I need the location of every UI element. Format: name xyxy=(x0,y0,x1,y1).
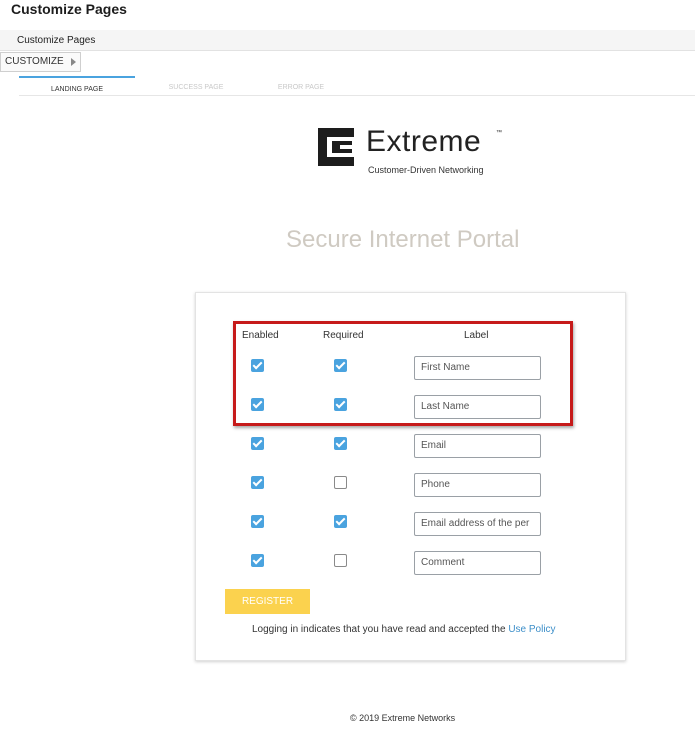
enabled-checkbox-comment[interactable] xyxy=(251,554,264,567)
register-button[interactable]: REGISTER xyxy=(225,589,310,614)
label-field-phone[interactable]: Phone xyxy=(414,473,541,497)
tab-error-page[interactable]: ERROR PAGE xyxy=(257,76,345,96)
breadcrumb-label: CUSTOMIZE xyxy=(5,56,64,67)
sub-header-label: Customize Pages xyxy=(17,35,96,46)
brand-logo: Extreme ™ Customer-Driven Networking xyxy=(318,125,508,178)
tab-success-page[interactable]: SUCCESS PAGE xyxy=(150,76,242,96)
page-title: Customize Pages xyxy=(11,1,127,17)
required-checkbox-email-address[interactable] xyxy=(334,515,347,528)
label-field-email[interactable]: Email xyxy=(414,434,541,458)
customize-breadcrumb-button[interactable]: CUSTOMIZE xyxy=(0,52,81,72)
required-checkbox-phone[interactable] xyxy=(334,476,347,489)
enabled-checkbox-email-address[interactable] xyxy=(251,515,264,528)
annotation-highlight-box xyxy=(233,321,573,426)
policy-notice: Logging in indicates that you have read … xyxy=(252,624,556,635)
tab-landing-page[interactable]: LANDING PAGE xyxy=(19,76,135,96)
label-field-comment[interactable]: Comment xyxy=(414,551,541,575)
brand-tagline: Customer-Driven Networking xyxy=(368,165,484,175)
use-policy-link[interactable]: Use Policy xyxy=(508,624,555,635)
page-tabs: LANDING PAGE SUCCESS PAGE ERROR PAGE xyxy=(19,76,695,96)
required-checkbox-email[interactable] xyxy=(334,437,347,450)
chevron-right-icon xyxy=(70,58,76,66)
portal-title: Secure Internet Portal xyxy=(286,226,520,253)
label-field-email-address[interactable]: Email address of the per xyxy=(414,512,541,536)
policy-text: Logging in indicates that you have read … xyxy=(252,624,506,635)
brand-name: Extreme xyxy=(366,125,482,158)
enabled-checkbox-phone[interactable] xyxy=(251,476,264,489)
footer-copyright: © 2019 Extreme Networks xyxy=(350,713,456,723)
sub-header-bar: Customize Pages xyxy=(0,30,695,51)
extreme-logo-mark-icon xyxy=(318,128,354,166)
enabled-checkbox-email[interactable] xyxy=(251,437,264,450)
required-checkbox-comment[interactable] xyxy=(334,554,347,567)
brand-trademark: ™ xyxy=(496,130,502,136)
